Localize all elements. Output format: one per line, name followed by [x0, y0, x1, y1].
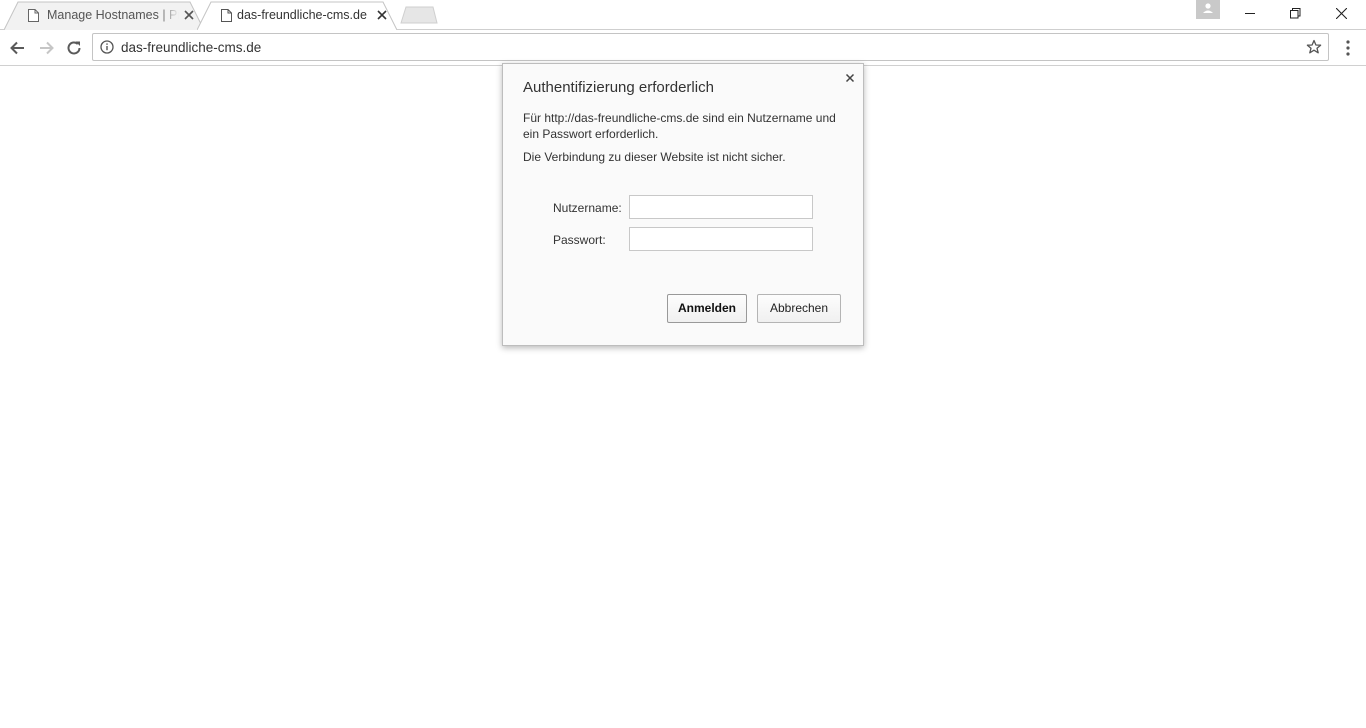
dialog-warning: Die Verbindung zu dieser Website ist nic… [523, 150, 786, 164]
star-icon[interactable] [1306, 39, 1322, 55]
tab-manage-hostnames[interactable]: Manage Hostnames | Pro [4, 1, 204, 30]
tab-title: Manage Hostnames | Pro [47, 8, 179, 22]
auth-dialog: Authentifizierung erforderlich Für http:… [502, 63, 864, 346]
minimize-icon [1245, 13, 1255, 14]
password-input[interactable] [629, 227, 813, 251]
profile-button[interactable] [1196, 0, 1220, 19]
url-text[interactable]: das-freundliche-cms.de [121, 40, 261, 55]
forward-icon[interactable] [36, 38, 56, 58]
username-label: Nutzername: [553, 201, 622, 215]
page-icon [28, 9, 39, 22]
page-icon [221, 9, 232, 22]
tab-title: das-freundliche-cms.de [237, 8, 367, 22]
user-icon [1203, 3, 1213, 13]
toolbar: das-freundliche-cms.de [0, 30, 1366, 66]
close-icon [1336, 8, 1347, 19]
close-window-button[interactable] [1318, 0, 1364, 28]
tab-das-freundliche-cms[interactable]: das-freundliche-cms.de [197, 1, 397, 30]
back-icon[interactable] [8, 38, 28, 58]
address-bar[interactable]: das-freundliche-cms.de [92, 33, 1329, 61]
username-input[interactable] [629, 195, 813, 219]
password-label: Passwort: [553, 233, 606, 247]
restore-button[interactable] [1272, 0, 1318, 28]
menu-icon[interactable] [1340, 38, 1356, 58]
tab-strip: Manage Hostnames | Pro das-freundliche-c… [0, 0, 1366, 30]
new-tab-button[interactable] [400, 6, 438, 24]
dialog-close-icon[interactable] [844, 72, 856, 84]
close-tab-icon[interactable] [377, 10, 387, 20]
minimize-button[interactable] [1227, 0, 1273, 28]
browser-window: Manage Hostnames | Pro das-freundliche-c… [0, 0, 1366, 728]
close-tab-icon[interactable] [184, 10, 194, 20]
cancel-button[interactable]: Abbrechen [757, 294, 841, 323]
restore-icon [1290, 8, 1301, 19]
dialog-title: Authentifizierung erforderlich [523, 79, 714, 96]
info-icon[interactable] [100, 40, 114, 54]
dialog-message: Für http://das-freundliche-cms.de sind e… [523, 111, 836, 141]
reload-icon[interactable] [64, 38, 84, 58]
sign-in-button[interactable]: Anmelden [667, 294, 747, 323]
